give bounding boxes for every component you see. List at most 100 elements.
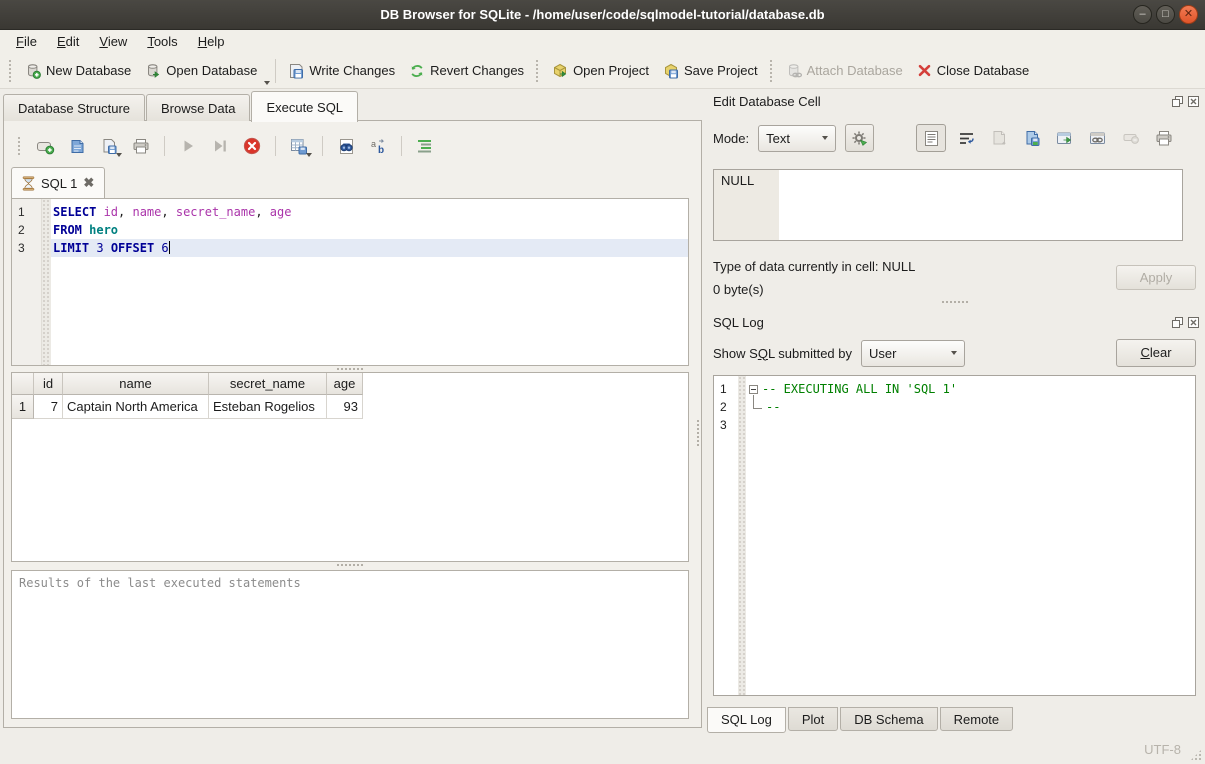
sql-tab-label: SQL 1: [41, 176, 77, 191]
close-dock-icon[interactable]: [1187, 316, 1200, 329]
close-dock-icon[interactable]: [1187, 95, 1200, 108]
new-database-button[interactable]: New Database: [18, 58, 138, 84]
close-database-icon: [917, 63, 932, 78]
write-changes-button[interactable]: Write Changes: [281, 58, 402, 84]
sql-log-view[interactable]: 1 2 3 -- EXECUTING ALL IN 'SQL 1' --: [713, 375, 1196, 696]
import-data-button[interactable]: [986, 126, 1012, 150]
save-sql-file-button[interactable]: [95, 133, 123, 159]
save-sql-file-icon: [101, 138, 118, 155]
menu-help[interactable]: Help: [188, 31, 235, 52]
cell-id[interactable]: 7: [34, 395, 63, 419]
new-sql-tab-button[interactable]: [31, 133, 59, 159]
replace-button[interactable]: ab: [364, 133, 392, 159]
set-null-button[interactable]: [1118, 126, 1144, 150]
cell-null-column: NULL: [714, 170, 779, 240]
submitted-by-select[interactable]: User: [861, 340, 965, 367]
code-line-1: SELECT id, name, secret_name, age: [51, 203, 688, 221]
apply-button[interactable]: Apply: [1116, 265, 1196, 290]
sql-editor[interactable]: 1 2 3 SELECT id, name, secret_name, age …: [11, 198, 689, 366]
left-panel: Database Structure Browse Data Execute S…: [0, 89, 705, 735]
print-sql-button[interactable]: [127, 133, 155, 159]
window-controls: – □ ✕: [1133, 5, 1198, 24]
toolbar-grip[interactable]: [18, 137, 22, 155]
results-message-splitter[interactable]: [11, 562, 689, 568]
execute-line-icon: [212, 138, 228, 154]
clear-log-button[interactable]: Clear: [1116, 339, 1196, 367]
tab-db-schema[interactable]: DB Schema: [840, 707, 937, 731]
collapse-icon[interactable]: [749, 385, 758, 394]
mode-select[interactable]: Text: [758, 125, 836, 152]
format-sql-icon: [417, 139, 433, 153]
open-database-button[interactable]: Open Database: [138, 58, 264, 84]
bottom-tabbar: SQL Log Plot DB Schema Remote: [707, 707, 1015, 733]
menu-edit[interactable]: Edit: [47, 31, 89, 52]
link-cell-button[interactable]: [1085, 126, 1111, 150]
float-dock-icon[interactable]: [1171, 95, 1184, 108]
toolbar-separator: [164, 136, 165, 156]
word-wrap-button[interactable]: [953, 126, 979, 150]
float-dock-icon[interactable]: [1171, 316, 1184, 329]
sql-log-filter-row: Show SQL submitted by User Clear: [713, 338, 1196, 368]
tab-remote[interactable]: Remote: [940, 707, 1014, 731]
menu-tools[interactable]: Tools: [137, 31, 187, 52]
column-header-age[interactable]: age: [327, 373, 363, 395]
table-row[interactable]: 1 7 Captain North America Esteban Rogeli…: [12, 395, 688, 419]
menu-view[interactable]: View: [89, 31, 137, 52]
tab-browse-data[interactable]: Browse Data: [146, 94, 250, 121]
close-database-button[interactable]: Close Database: [910, 58, 1037, 83]
toolbar-grip[interactable]: [770, 60, 774, 82]
open-database-dropdown-icon[interactable]: [264, 81, 270, 85]
results-header-row: id name secret_name age: [12, 373, 688, 395]
print-icon: [1155, 130, 1173, 147]
filter-label: Show SQL submitted by: [713, 346, 852, 361]
open-external-button[interactable]: [1052, 126, 1078, 150]
attach-database-button[interactable]: Attach Database: [779, 58, 910, 84]
open-project-button[interactable]: Open Project: [545, 58, 656, 84]
log-fold-margin: [738, 376, 746, 695]
sql-log-title: SQL Log: [713, 315, 1171, 330]
hourglass-icon: [22, 176, 35, 191]
cell-secret-name[interactable]: Esteban Rogelios: [209, 395, 327, 419]
auto-apply-button[interactable]: [845, 124, 874, 152]
panel-splitter[interactable]: [697, 420, 699, 446]
maximize-button[interactable]: □: [1156, 5, 1175, 24]
toolbar-grip[interactable]: [9, 60, 13, 82]
tab-execute-sql[interactable]: Execute SQL: [251, 91, 358, 122]
execute-sql-button[interactable]: [174, 133, 202, 159]
export-results-button[interactable]: [285, 133, 313, 159]
open-sql-file-button[interactable]: [63, 133, 91, 159]
resize-grip-icon[interactable]: [1190, 749, 1202, 761]
tree-elbow: [753, 395, 762, 409]
column-header-name[interactable]: name: [63, 373, 209, 395]
mode-label: Mode:: [713, 131, 749, 146]
results-grid[interactable]: id name secret_name age 1 7 Captain Nort…: [11, 372, 689, 562]
tab-database-structure[interactable]: Database Structure: [3, 94, 145, 121]
log-line-1: -- EXECUTING ALL IN 'SQL 1': [746, 380, 1195, 398]
menu-file[interactable]: File: [6, 31, 47, 52]
minimize-button[interactable]: –: [1133, 5, 1152, 24]
revert-changes-button[interactable]: Revert Changes: [402, 58, 531, 84]
toolbar-grip[interactable]: [536, 60, 540, 82]
text-mode-button[interactable]: [916, 124, 946, 152]
dock-splitter[interactable]: [705, 301, 1205, 303]
close-sql-tab-icon[interactable]: ✖: [83, 175, 94, 191]
save-project-button[interactable]: Save Project: [656, 58, 765, 84]
stop-sql-button[interactable]: [238, 133, 266, 159]
tab-plot[interactable]: Plot: [788, 707, 838, 731]
find-button[interactable]: [332, 133, 360, 159]
toolbar-separator: [275, 59, 276, 83]
print-cell-button[interactable]: [1151, 126, 1177, 150]
format-sql-button[interactable]: [411, 133, 439, 159]
chevron-down-icon: [951, 351, 957, 355]
export-data-button[interactable]: [1019, 126, 1045, 150]
execute-current-line-button[interactable]: [206, 133, 234, 159]
column-header-id[interactable]: id: [34, 373, 63, 395]
tab-sql-log[interactable]: SQL Log: [707, 707, 786, 733]
code-area[interactable]: SELECT id, name, secret_name, age FROM h…: [51, 199, 688, 365]
column-header-secret-name[interactable]: secret_name: [209, 373, 327, 395]
cell-age[interactable]: 93: [327, 395, 363, 419]
cell-name[interactable]: Captain North America: [63, 395, 209, 419]
cell-value-editor[interactable]: NULL: [713, 169, 1183, 241]
close-button[interactable]: ✕: [1179, 5, 1198, 24]
sql-1-tab[interactable]: SQL 1 ✖: [11, 167, 105, 199]
